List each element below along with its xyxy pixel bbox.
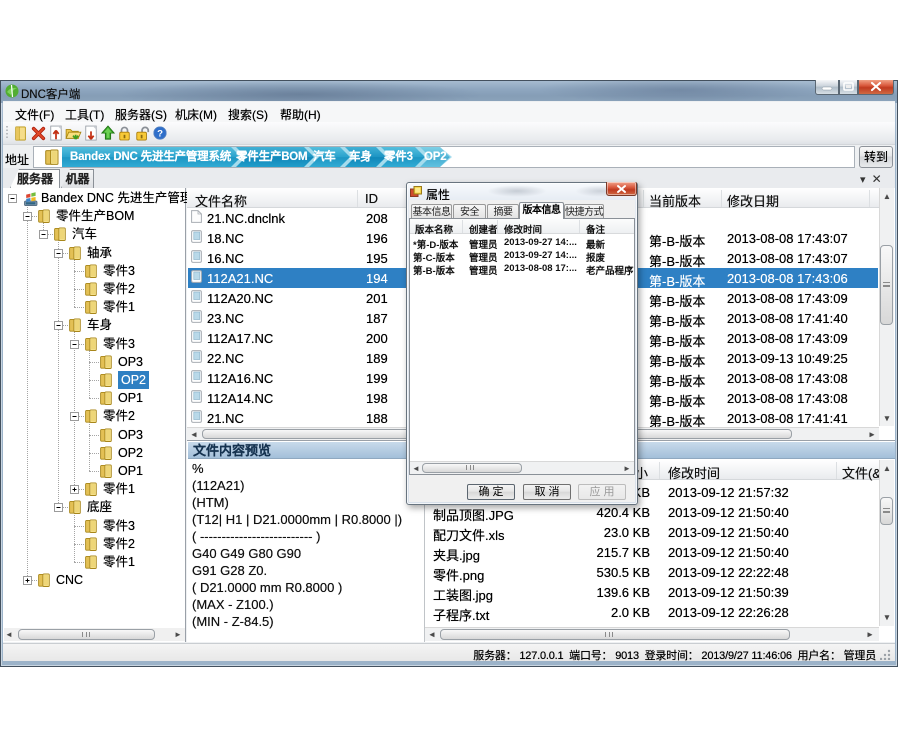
svg-text:?: ? — [157, 129, 163, 140]
